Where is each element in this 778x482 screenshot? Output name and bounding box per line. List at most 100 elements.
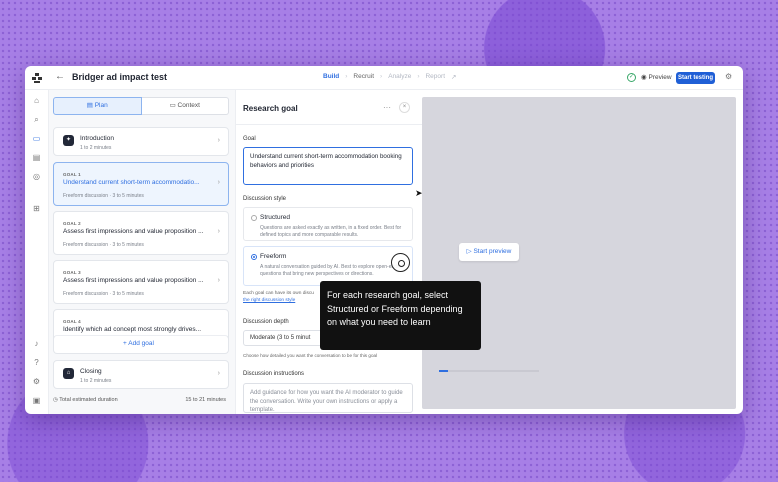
goal-title: Understand current short-term accommodat… — [63, 179, 200, 186]
close-icon[interactable]: × — [399, 102, 410, 113]
account-icon[interactable]: ▣ — [31, 395, 42, 406]
freeform-option[interactable]: Freeform A natural conversation guided b… — [243, 246, 413, 286]
structured-title: Structured — [260, 214, 290, 221]
tab-context[interactable]: ▭ Context — [141, 97, 229, 115]
depth-help: Choose how detailed you want the convers… — [243, 353, 378, 358]
style-help-link-text: the right discussion style — [243, 298, 296, 303]
goal-label: GOAL 4 — [63, 319, 81, 324]
step-analyze[interactable]: Analyze — [388, 73, 411, 81]
instructions-label: Discussion instructions — [243, 371, 305, 377]
plan-context-toggle: ▤ Plan ▭ Context — [53, 97, 229, 115]
app-window: ← Bridger ad impact test Build › Recruit… — [25, 66, 743, 414]
progress-fill — [439, 370, 448, 372]
more-options-icon[interactable]: ··· — [383, 103, 391, 112]
goal-meta: Freeform discussion · 3 to 5 minutes — [63, 242, 144, 248]
closing-card[interactable]: ⌂ Closing 1 to 2 minutes › — [53, 360, 229, 389]
external-link-icon: ↗ — [451, 74, 457, 81]
step-build[interactable]: Build — [323, 73, 339, 81]
total-value: 15 to 21 minutes — [185, 397, 226, 403]
panel-title: Research goal — [243, 104, 298, 113]
chevron-right-icon: › — [380, 73, 383, 80]
goal-field-label: Goal — [243, 136, 256, 142]
goal-title: Assess first impressions and value propo… — [63, 228, 204, 235]
structured-desc: Questions are asked exactly as written, … — [260, 225, 402, 238]
eye-icon: ◉ — [641, 74, 647, 81]
chevron-right-icon: › — [217, 136, 220, 144]
discussion-style-label: Discussion style — [243, 196, 287, 202]
chevron-right-icon: › — [217, 277, 220, 284]
chevron-right-icon: › — [217, 179, 220, 186]
add-goal-button[interactable]: + Add goal — [123, 340, 154, 347]
start-preview-label: Start preview — [473, 248, 512, 255]
goal-label: GOAL 1 — [63, 172, 81, 177]
goal-textarea[interactable]: Understand current short-term accommodat… — [243, 147, 413, 185]
participants-icon[interactable]: ◎ — [31, 171, 42, 182]
goal-meta: Freeform discussion · 3 to 5 minutes — [63, 291, 144, 297]
discussion-depth-label: Discussion depth — [243, 319, 289, 325]
project-title: Bridger ad impact test — [72, 72, 168, 82]
top-bar: ← Bridger ad impact test Build › Recruit… — [25, 66, 743, 90]
app-logo-icon[interactable] — [31, 72, 43, 84]
tab-plan[interactable]: ▤ Plan — [53, 97, 142, 115]
plan-panel: ▤ Plan ▭ Context ✦ Introduction 1 to 2 m… — [49, 90, 236, 414]
goal-label: GOAL 2 — [63, 221, 81, 226]
mouse-pointer-icon: ➤ — [415, 188, 423, 198]
total-duration: ◷ Total estimated duration 15 to 21 minu… — [53, 397, 229, 403]
goal-label: GOAL 3 — [63, 270, 81, 275]
style-help-link[interactable]: the right discussion style — [243, 298, 295, 303]
intro-duration: 1 to 2 minutes — [80, 145, 112, 151]
step-recruit[interactable]: Recruit — [353, 73, 374, 81]
saved-check-icon: ✓ — [627, 73, 636, 82]
preview-pane: ▷ Start preview — [422, 97, 736, 409]
apps-grid-icon[interactable]: ⊞ — [31, 203, 42, 214]
bell-icon[interactable]: ♪ — [31, 338, 42, 349]
preview-button[interactable]: ◉ Preview — [641, 73, 672, 81]
intro-icon: ✦ — [63, 135, 74, 146]
library-icon[interactable]: ▤ — [31, 152, 42, 163]
left-rail: ⌂ ⌕ ▭ ▤ ◎ ⊞ ♪ ? ⚙ ▣ — [25, 90, 49, 414]
freeform-title: Freeform — [260, 253, 287, 260]
divider — [236, 124, 422, 125]
freeform-desc: A natural conversation guided by AI. Bes… — [260, 264, 403, 277]
folder-icon[interactable]: ▭ — [31, 133, 42, 144]
structured-option[interactable]: Structured Questions are asked exactly a… — [243, 207, 413, 241]
settings-icon[interactable]: ⚙ — [31, 376, 42, 387]
chevron-right-icon: › — [417, 73, 420, 80]
freeform-radio[interactable] — [251, 254, 257, 260]
total-label: Total estimated duration — [59, 397, 118, 403]
start-testing-button[interactable]: Start testing — [676, 72, 715, 84]
context-icon: ▭ — [169, 102, 178, 109]
goal-card-1[interactable]: GOAL 1 Understand current short-term acc… — [53, 162, 229, 206]
closing-title: Closing — [80, 368, 102, 375]
goal-meta: Freeform discussion · 3 to 5 minutes — [63, 193, 144, 199]
closing-icon: ⌂ — [63, 368, 74, 379]
research-goal-panel: Research goal ··· × Goal Understand curr… — [236, 90, 422, 414]
closing-duration: 1 to 2 minutes — [80, 378, 112, 384]
gear-icon[interactable]: ⚙ — [725, 72, 732, 81]
goal-title: Identify which ad concept most strongly … — [63, 326, 202, 333]
preview-label: Preview — [648, 74, 672, 81]
instructions-textarea[interactable]: Add guidance for how you want the AI mod… — [243, 383, 413, 413]
goal-card-3[interactable]: GOAL 3 Assess first impressions and valu… — [53, 260, 229, 304]
chevron-right-icon: › — [217, 369, 220, 377]
back-arrow-icon[interactable]: ← — [55, 71, 65, 82]
onboarding-tooltip: For each research goal, select Structure… — [320, 281, 481, 350]
intro-title: Introduction — [80, 135, 114, 142]
chevron-right-icon: › — [217, 228, 220, 235]
help-icon[interactable]: ? — [31, 357, 42, 368]
step-nav: Build › Recruit › Analyze › Report ↗ — [323, 73, 456, 81]
preview-progress — [439, 370, 539, 372]
style-note: Each goal can have its own discu — [243, 291, 314, 296]
search-icon[interactable]: ⌕ — [31, 114, 42, 125]
intro-card[interactable]: ✦ Introduction 1 to 2 minutes › — [53, 127, 229, 156]
step-report[interactable]: Report — [425, 73, 445, 81]
goal-title: Assess first impressions and value propo… — [63, 277, 204, 284]
goal-card-2[interactable]: GOAL 2 Assess first impressions and valu… — [53, 211, 229, 255]
tab-plan-label: Plan — [94, 102, 108, 109]
chevron-right-icon: › — [345, 73, 348, 80]
start-preview-button[interactable]: ▷ Start preview — [459, 243, 519, 261]
cursor-highlight-icon — [391, 253, 410, 272]
clipboard-icon: ▤ — [86, 102, 95, 109]
structured-radio[interactable] — [251, 215, 257, 221]
home-icon[interactable]: ⌂ — [31, 95, 42, 106]
